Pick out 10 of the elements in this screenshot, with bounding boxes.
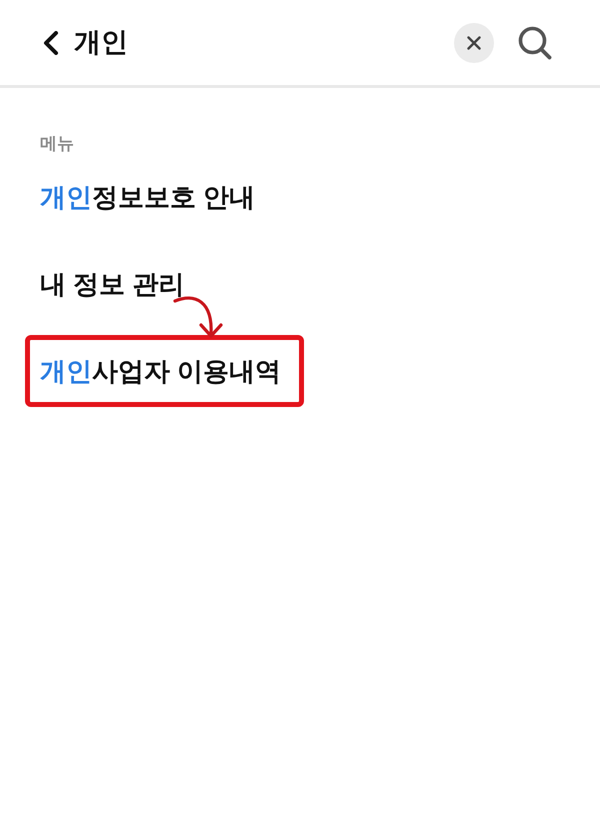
search-button[interactable]	[518, 26, 552, 60]
menu-item[interactable]: 개인정보보호 안내	[40, 180, 256, 214]
menu-item[interactable]: 내 정보 관리	[40, 267, 184, 301]
menu-item[interactable]: 개인사업자 이용내역	[40, 354, 282, 388]
section-title: 메뉴	[40, 133, 74, 155]
back-icon	[43, 30, 59, 54]
search-field[interactable]: 개인	[74, 22, 274, 62]
clear-button[interactable]	[454, 22, 494, 62]
search-icon	[518, 26, 552, 60]
close-icon	[467, 36, 481, 50]
